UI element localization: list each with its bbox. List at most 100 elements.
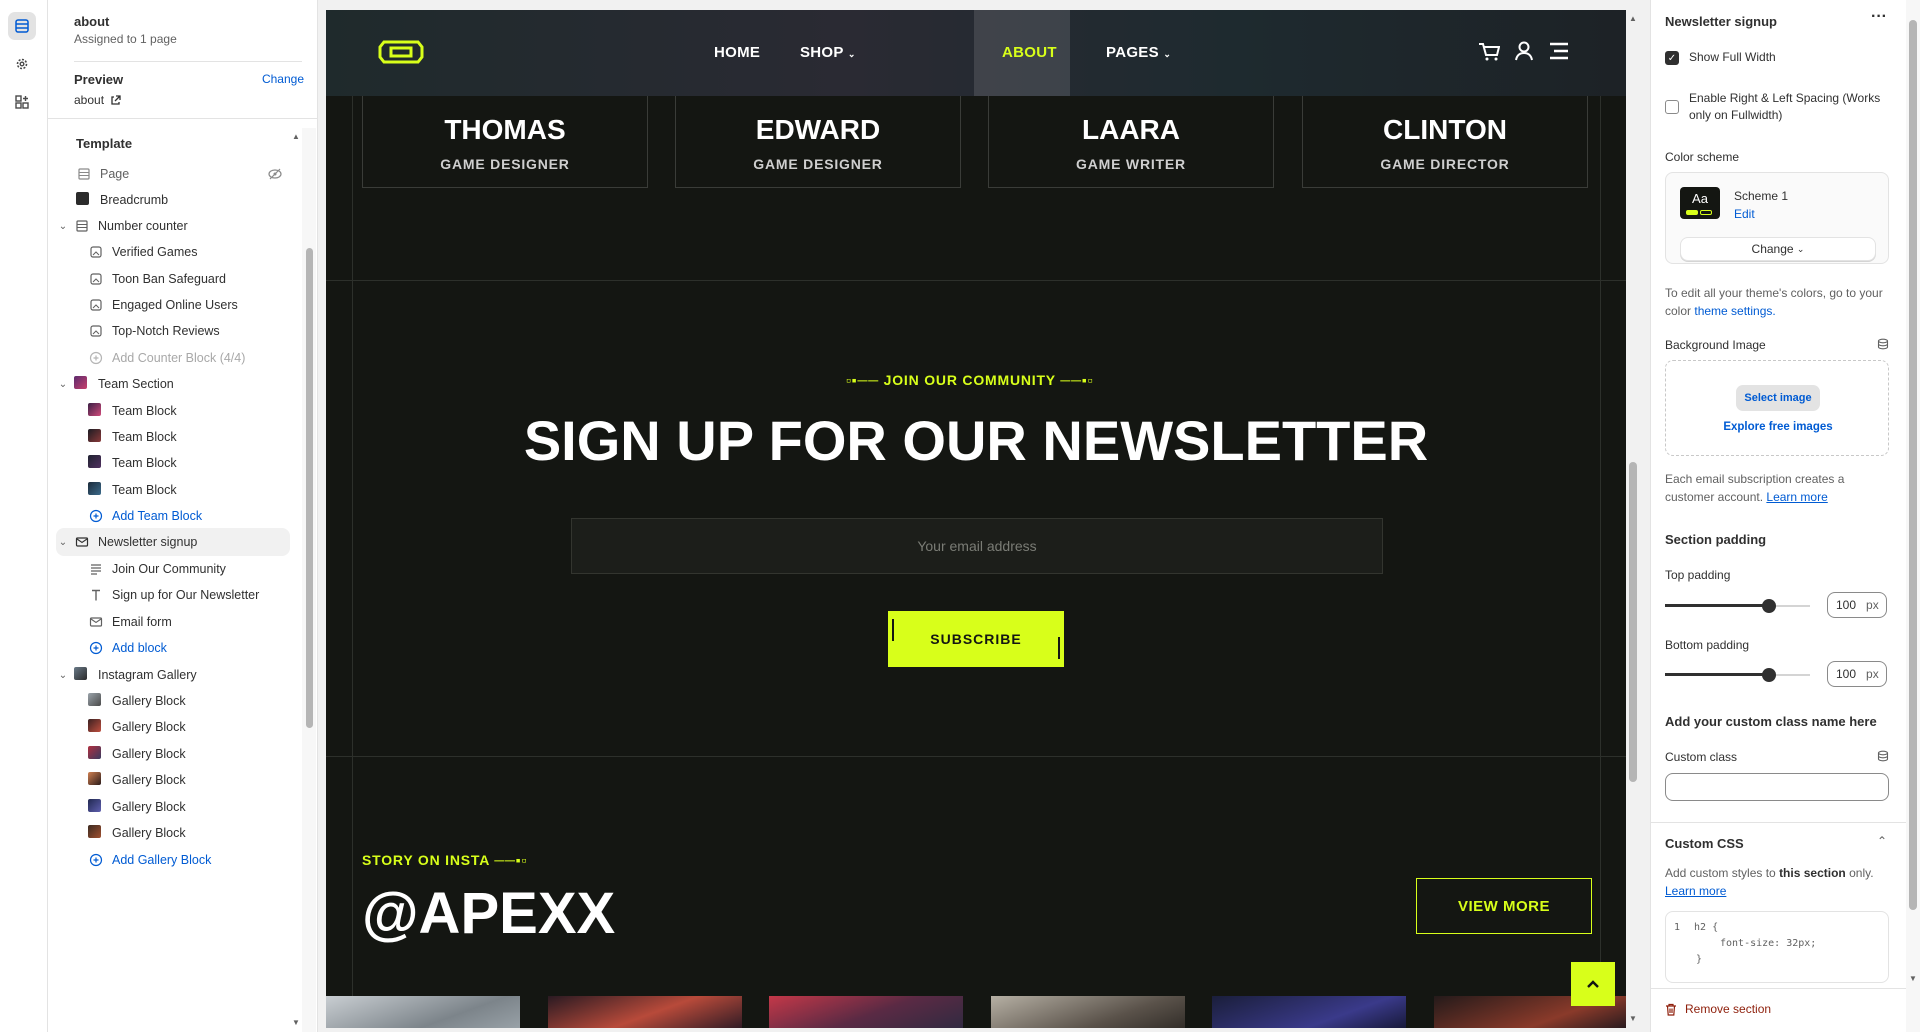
gallery-image[interactable] [769, 996, 963, 1028]
theme-settings-link[interactable]: theme settings. [1694, 304, 1775, 318]
team-card: EDWARD GAME DESIGNER [675, 96, 961, 188]
bottom-padding-input[interactable]: 100 px [1827, 661, 1887, 687]
tree-item-block[interactable]: Top-Notch Reviews [56, 317, 290, 345]
tree-item-gallery-block[interactable]: Gallery Block [56, 766, 290, 794]
scroll-down-icon[interactable]: ▼ [1909, 974, 1917, 983]
select-image-button[interactable]: Select image [1736, 385, 1820, 411]
tree-item-email-form[interactable]: Email form [56, 608, 290, 636]
learn-more-link[interactable]: Learn more [1766, 490, 1827, 504]
site-logo-icon[interactable] [378, 38, 424, 66]
preview-change-link[interactable]: Change [262, 72, 304, 86]
gallery-image[interactable] [548, 996, 742, 1028]
chevron-down-icon[interactable]: ⌄ [56, 377, 70, 391]
preview-scrollbar-thumb[interactable] [1629, 462, 1637, 782]
enable-spacing-toggle[interactable]: Enable Right & Left Spacing (Works only … [1665, 90, 1895, 124]
chevron-up-icon[interactable]: ⌃ [1877, 834, 1887, 848]
gear-icon[interactable] [8, 50, 36, 78]
custom-css-learn-more-link[interactable]: Learn more [1665, 884, 1726, 898]
preview-value-text: about [74, 93, 105, 107]
custom-css-editor[interactable]: 1 h2 { font-size: 32px; } [1665, 911, 1889, 983]
tree-item-gallery-block[interactable]: Gallery Block [56, 740, 290, 768]
tree-item-gallery-block[interactable]: Gallery Block [56, 819, 290, 847]
explore-free-images-link[interactable]: Explore free images [1666, 421, 1890, 433]
sidebar-scrollbar-thumb[interactable] [306, 248, 313, 728]
storefront-preview: HOME SHOP ⌄ ABOUT PAGES ⌄ THOMAS GAME DE… [326, 10, 1626, 1028]
insta-handle[interactable]: @APEXX [362, 880, 615, 947]
chevron-down-icon[interactable]: ⌄ [56, 219, 70, 233]
button-decor [1056, 637, 1060, 659]
gallery-image[interactable] [326, 996, 520, 1028]
tree-item-gallery-block[interactable]: Gallery Block [56, 687, 290, 715]
more-options-icon[interactable]: ··· [1871, 8, 1887, 26]
nav-about[interactable]: ABOUT [1002, 44, 1057, 61]
tree-item-block[interactable]: Verified Games [56, 238, 290, 266]
scroll-down-icon[interactable]: ▼ [1629, 1014, 1637, 1023]
tree-item-team-block[interactable]: Team Block [56, 476, 290, 504]
top-padding-knob[interactable] [1762, 599, 1776, 613]
top-padding-slider[interactable] [1665, 596, 1810, 616]
back-to-top-button[interactable] [1571, 962, 1615, 1006]
tree-item-gallery-block[interactable]: Gallery Block [56, 713, 290, 741]
eye-hidden-icon[interactable] [268, 168, 282, 180]
nav-pages[interactable]: PAGES ⌄ [1106, 44, 1171, 61]
sections-icon[interactable] [8, 12, 36, 40]
scheme-edit-link[interactable]: Edit [1734, 207, 1755, 221]
tree-item-gallery-block[interactable]: Gallery Block [56, 793, 290, 821]
image-thumb-icon [88, 403, 101, 416]
settings-scrollbar[interactable]: ▼ [1906, 0, 1920, 1032]
custom-css-heading: Custom CSS [1665, 836, 1744, 851]
nav-home[interactable]: HOME [714, 44, 760, 61]
checkbox-checked-icon[interactable]: ✓ [1665, 51, 1679, 65]
tree-item-breadcrumb[interactable]: Breadcrumb [56, 186, 290, 214]
swatch-outline-dot [1700, 210, 1712, 215]
preview-scrollbar[interactable]: ▲ ▼ [1626, 10, 1640, 1028]
tree-item-instagram-gallery[interactable]: ⌄ Instagram Gallery [56, 661, 290, 689]
view-more-button[interactable]: VIEW MORE [1416, 878, 1592, 934]
settings-scrollbar-thumb[interactable] [1909, 20, 1917, 910]
tree-item-join-community[interactable]: Join Our Community [56, 555, 290, 583]
checkbox-icon[interactable] [1665, 100, 1679, 114]
scroll-up-icon[interactable]: ▲ [1629, 14, 1637, 23]
sidebar-scrollbar[interactable] [302, 128, 316, 1032]
tree-item-team-section[interactable]: ⌄ Team Section [56, 370, 290, 398]
apps-icon[interactable] [8, 88, 36, 116]
add-block-button[interactable]: Add block [56, 634, 290, 662]
tree-item-page[interactable]: Page [56, 160, 290, 188]
swatch-accent-dot [1686, 210, 1698, 215]
bottom-padding-slider[interactable] [1665, 665, 1810, 685]
subscribe-button[interactable]: SUBSCRIBE [888, 611, 1064, 667]
custom-class-input[interactable] [1665, 773, 1889, 801]
tree-item-team-block[interactable]: Team Block [56, 423, 290, 451]
tree-item-heading[interactable]: Sign up for Our Newsletter [56, 581, 290, 609]
decor-dash-icon: ──▪▫ [1055, 372, 1094, 388]
tree-item-block[interactable]: Engaged Online Users [56, 291, 290, 319]
user-icon[interactable] [1514, 41, 1534, 61]
nav-shop[interactable]: SHOP ⌄ [800, 44, 856, 61]
tree-item-newsletter-signup[interactable]: ⌄ Newsletter signup [56, 528, 290, 556]
plus-circle-icon [89, 351, 103, 365]
chevron-down-icon[interactable]: ⌄ [56, 668, 70, 682]
tree-scroll-down-icon[interactable]: ▼ [292, 1018, 300, 1027]
gallery-image[interactable] [1212, 996, 1406, 1028]
top-padding-input[interactable]: 100 px [1827, 592, 1887, 618]
cart-icon[interactable] [1478, 42, 1500, 62]
trash-icon [1666, 1003, 1676, 1016]
add-gallery-block-button[interactable]: Add Gallery Block [56, 846, 290, 874]
bottom-padding-knob[interactable] [1762, 668, 1776, 682]
add-team-block-button[interactable]: Add Team Block [56, 502, 290, 530]
chevron-down-icon[interactable]: ⌄ [56, 535, 70, 549]
scheme-change-button[interactable]: Change ⌄ [1680, 237, 1876, 261]
show-full-width-toggle[interactable]: ✓ Show Full Width [1665, 50, 1776, 65]
tree-item-team-block[interactable]: Team Block [56, 449, 290, 477]
tree-collapse-arrow-icon[interactable]: ▲ [292, 132, 300, 141]
tree-item-number-counter[interactable]: ⌄ Number counter [56, 212, 290, 240]
gallery-image[interactable] [991, 996, 1185, 1028]
email-input[interactable]: Your email address [571, 518, 1383, 574]
tree-item-team-block[interactable]: Team Block [56, 397, 290, 425]
menu-icon[interactable] [1548, 42, 1570, 60]
add-counter-block-button[interactable]: Add Counter Block (4/4) [56, 344, 290, 372]
remove-section-button[interactable]: Remove section [1665, 1002, 1771, 1016]
preview-value[interactable]: about [74, 93, 304, 107]
tree-item-block[interactable]: Toon Ban Safeguard [56, 265, 290, 293]
decorative-line [1600, 96, 1601, 1028]
